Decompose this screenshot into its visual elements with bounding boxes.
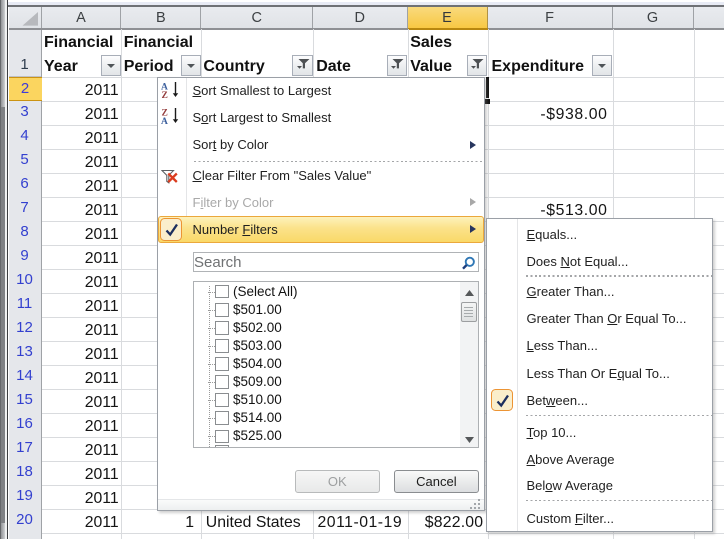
- svg-text:A: A: [161, 117, 168, 125]
- svg-text:Z: Z: [161, 91, 167, 99]
